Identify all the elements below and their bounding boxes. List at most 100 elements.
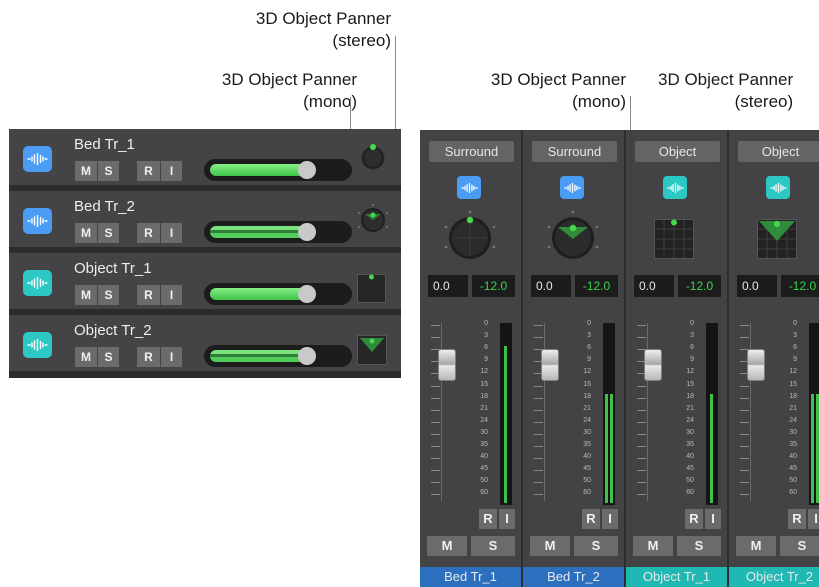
panner-type-button[interactable]: Object — [738, 141, 819, 162]
volume-fader-handle[interactable] — [747, 349, 765, 381]
meter-scale-label: 45 — [480, 465, 488, 473]
record-enable-button[interactable]: R — [685, 509, 703, 529]
mute-button[interactable]: M — [530, 536, 570, 556]
object-panner-stereo[interactable] — [757, 219, 797, 259]
meter-scale-label: 6 — [793, 344, 797, 352]
channel-name[interactable]: Bed Tr_1 — [420, 567, 521, 587]
volume-handle[interactable] — [298, 161, 316, 179]
track-header[interactable]: Object Tr_2 M S R I — [9, 315, 401, 374]
record-enable-button[interactable]: R — [582, 509, 600, 529]
input-monitor-button[interactable]: I — [161, 161, 182, 181]
solo-button[interactable]: S — [98, 347, 119, 367]
track-name: Bed Tr_1 — [74, 136, 135, 153]
record-enable-button[interactable]: R — [137, 161, 160, 181]
object-panner-mono[interactable] — [357, 274, 386, 303]
surround-panner-knob[interactable] — [358, 143, 388, 173]
track-header[interactable]: Bed Tr_1 M S R I — [9, 129, 401, 188]
fader-scale-mark — [534, 494, 543, 496]
solo-button[interactable]: S — [677, 536, 721, 556]
object-panner-mono[interactable] — [654, 219, 694, 259]
mixer: Surround 0.0 -12.0 0 3 6 9 12 15 18 21 24 30 35 40 4… — [420, 130, 819, 587]
panner-type-button[interactable]: Surround — [532, 141, 617, 162]
volume-value[interactable]: -12.0 — [575, 275, 618, 297]
mute-button[interactable]: M — [75, 285, 97, 305]
level-meter — [603, 323, 615, 505]
mute-button[interactable]: M — [427, 536, 467, 556]
mute-button[interactable]: M — [633, 536, 673, 556]
volume-fader-handle[interactable] — [541, 349, 559, 381]
mute-button[interactable]: M — [75, 347, 97, 367]
fader-scale-mark — [534, 421, 543, 423]
volume-value[interactable]: -12.0 — [472, 275, 515, 297]
meter-scale-label: 12 — [686, 368, 694, 376]
meter-scale-label: 3 — [484, 332, 488, 340]
mute-button[interactable]: M — [736, 536, 776, 556]
channel-name[interactable]: Object Tr_1 — [626, 567, 727, 587]
solo-button[interactable]: S — [98, 285, 119, 305]
fader-scale-mark — [534, 337, 543, 339]
pan-value[interactable]: 0.0 — [737, 275, 777, 297]
meter-scale-label: 21 — [480, 404, 488, 412]
record-enable-button[interactable]: R — [788, 509, 806, 529]
volume-fader-handle[interactable] — [438, 349, 456, 381]
volume-handle[interactable] — [298, 223, 316, 241]
fader-scale-mark — [637, 446, 646, 447]
input-monitor-button[interactable]: I — [705, 509, 721, 529]
meter-scale-label: 18 — [686, 392, 694, 400]
channel-name[interactable]: Object Tr_2 — [729, 567, 819, 587]
mute-button[interactable]: M — [75, 161, 97, 181]
panner-type-button[interactable]: Object — [635, 141, 720, 162]
callout-title: 3D Object Panner — [221, 70, 357, 89]
volume-value[interactable]: -12.0 — [678, 275, 721, 297]
meter-scale-label: 12 — [789, 368, 797, 376]
meter-scale-label: 15 — [789, 380, 797, 388]
meter-scale-label: 40 — [583, 453, 591, 461]
input-monitor-button[interactable]: I — [161, 285, 182, 305]
meter-scale-label: 35 — [686, 441, 694, 448]
surround-panner-knob[interactable] — [545, 209, 601, 265]
solo-button[interactable]: S — [98, 223, 119, 243]
meter-scale-label: 45 — [686, 465, 694, 473]
waveform-icon — [23, 270, 52, 296]
meter-scale-label: 21 — [686, 404, 694, 412]
pan-value[interactable]: 0.0 — [634, 275, 674, 297]
volume-value[interactable]: -12.0 — [781, 275, 819, 297]
input-monitor-button[interactable]: I — [602, 509, 618, 529]
channel-strip: Surround 0.0 -12.0 0 3 6 9 12 15 18 21 24 30 35 40 4… — [420, 130, 521, 587]
channel-strip: Surround 0.0 -12.0 0 3 6 9 12 15 18 21 24 30 35 40 4… — [523, 130, 624, 587]
record-enable-button[interactable]: R — [479, 509, 497, 529]
object-panner-stereo[interactable] — [357, 335, 387, 365]
record-enable-button[interactable]: R — [137, 223, 160, 243]
meter-scale-label: 9 — [484, 356, 488, 364]
volume-handle[interactable] — [298, 285, 316, 303]
mute-button[interactable]: M — [75, 223, 97, 243]
input-monitor-button[interactable]: I — [499, 509, 515, 529]
meter-scale-label: 35 — [583, 441, 591, 448]
panner-type-button[interactable]: Surround — [429, 141, 514, 162]
fader-scale-mark — [431, 409, 440, 411]
fader-scale-mark — [740, 458, 749, 460]
solo-button[interactable]: S — [471, 536, 515, 556]
record-enable-button[interactable]: R — [137, 285, 160, 305]
volume-handle[interactable] — [298, 347, 316, 365]
input-monitor-button[interactable]: I — [161, 347, 182, 367]
track-header[interactable]: Object Tr_1 M S R I — [9, 253, 401, 312]
surround-panner-knob[interactable] — [356, 203, 390, 237]
volume-fader-handle[interactable] — [644, 349, 662, 381]
surround-panner-knob[interactable] — [442, 209, 498, 265]
fader-scale-mark — [740, 385, 749, 387]
track-header[interactable]: Bed Tr_2 M S R I — [9, 191, 401, 250]
pan-value[interactable]: 0.0 — [428, 275, 468, 297]
input-monitor-button[interactable]: I — [161, 223, 182, 243]
solo-button[interactable]: S — [574, 536, 618, 556]
input-monitor-button[interactable]: I — [808, 509, 819, 529]
meter-scale-label: 30 — [686, 428, 694, 436]
pan-value[interactable]: 0.0 — [531, 275, 571, 297]
track-name: Object Tr_2 — [74, 322, 152, 339]
solo-button[interactable]: S — [780, 536, 819, 556]
record-enable-button[interactable]: R — [137, 347, 160, 367]
fader-scale-mark — [740, 446, 749, 447]
fader-scale-mark — [431, 397, 440, 399]
solo-button[interactable]: S — [98, 161, 119, 181]
channel-name[interactable]: Bed Tr_2 — [523, 567, 624, 587]
